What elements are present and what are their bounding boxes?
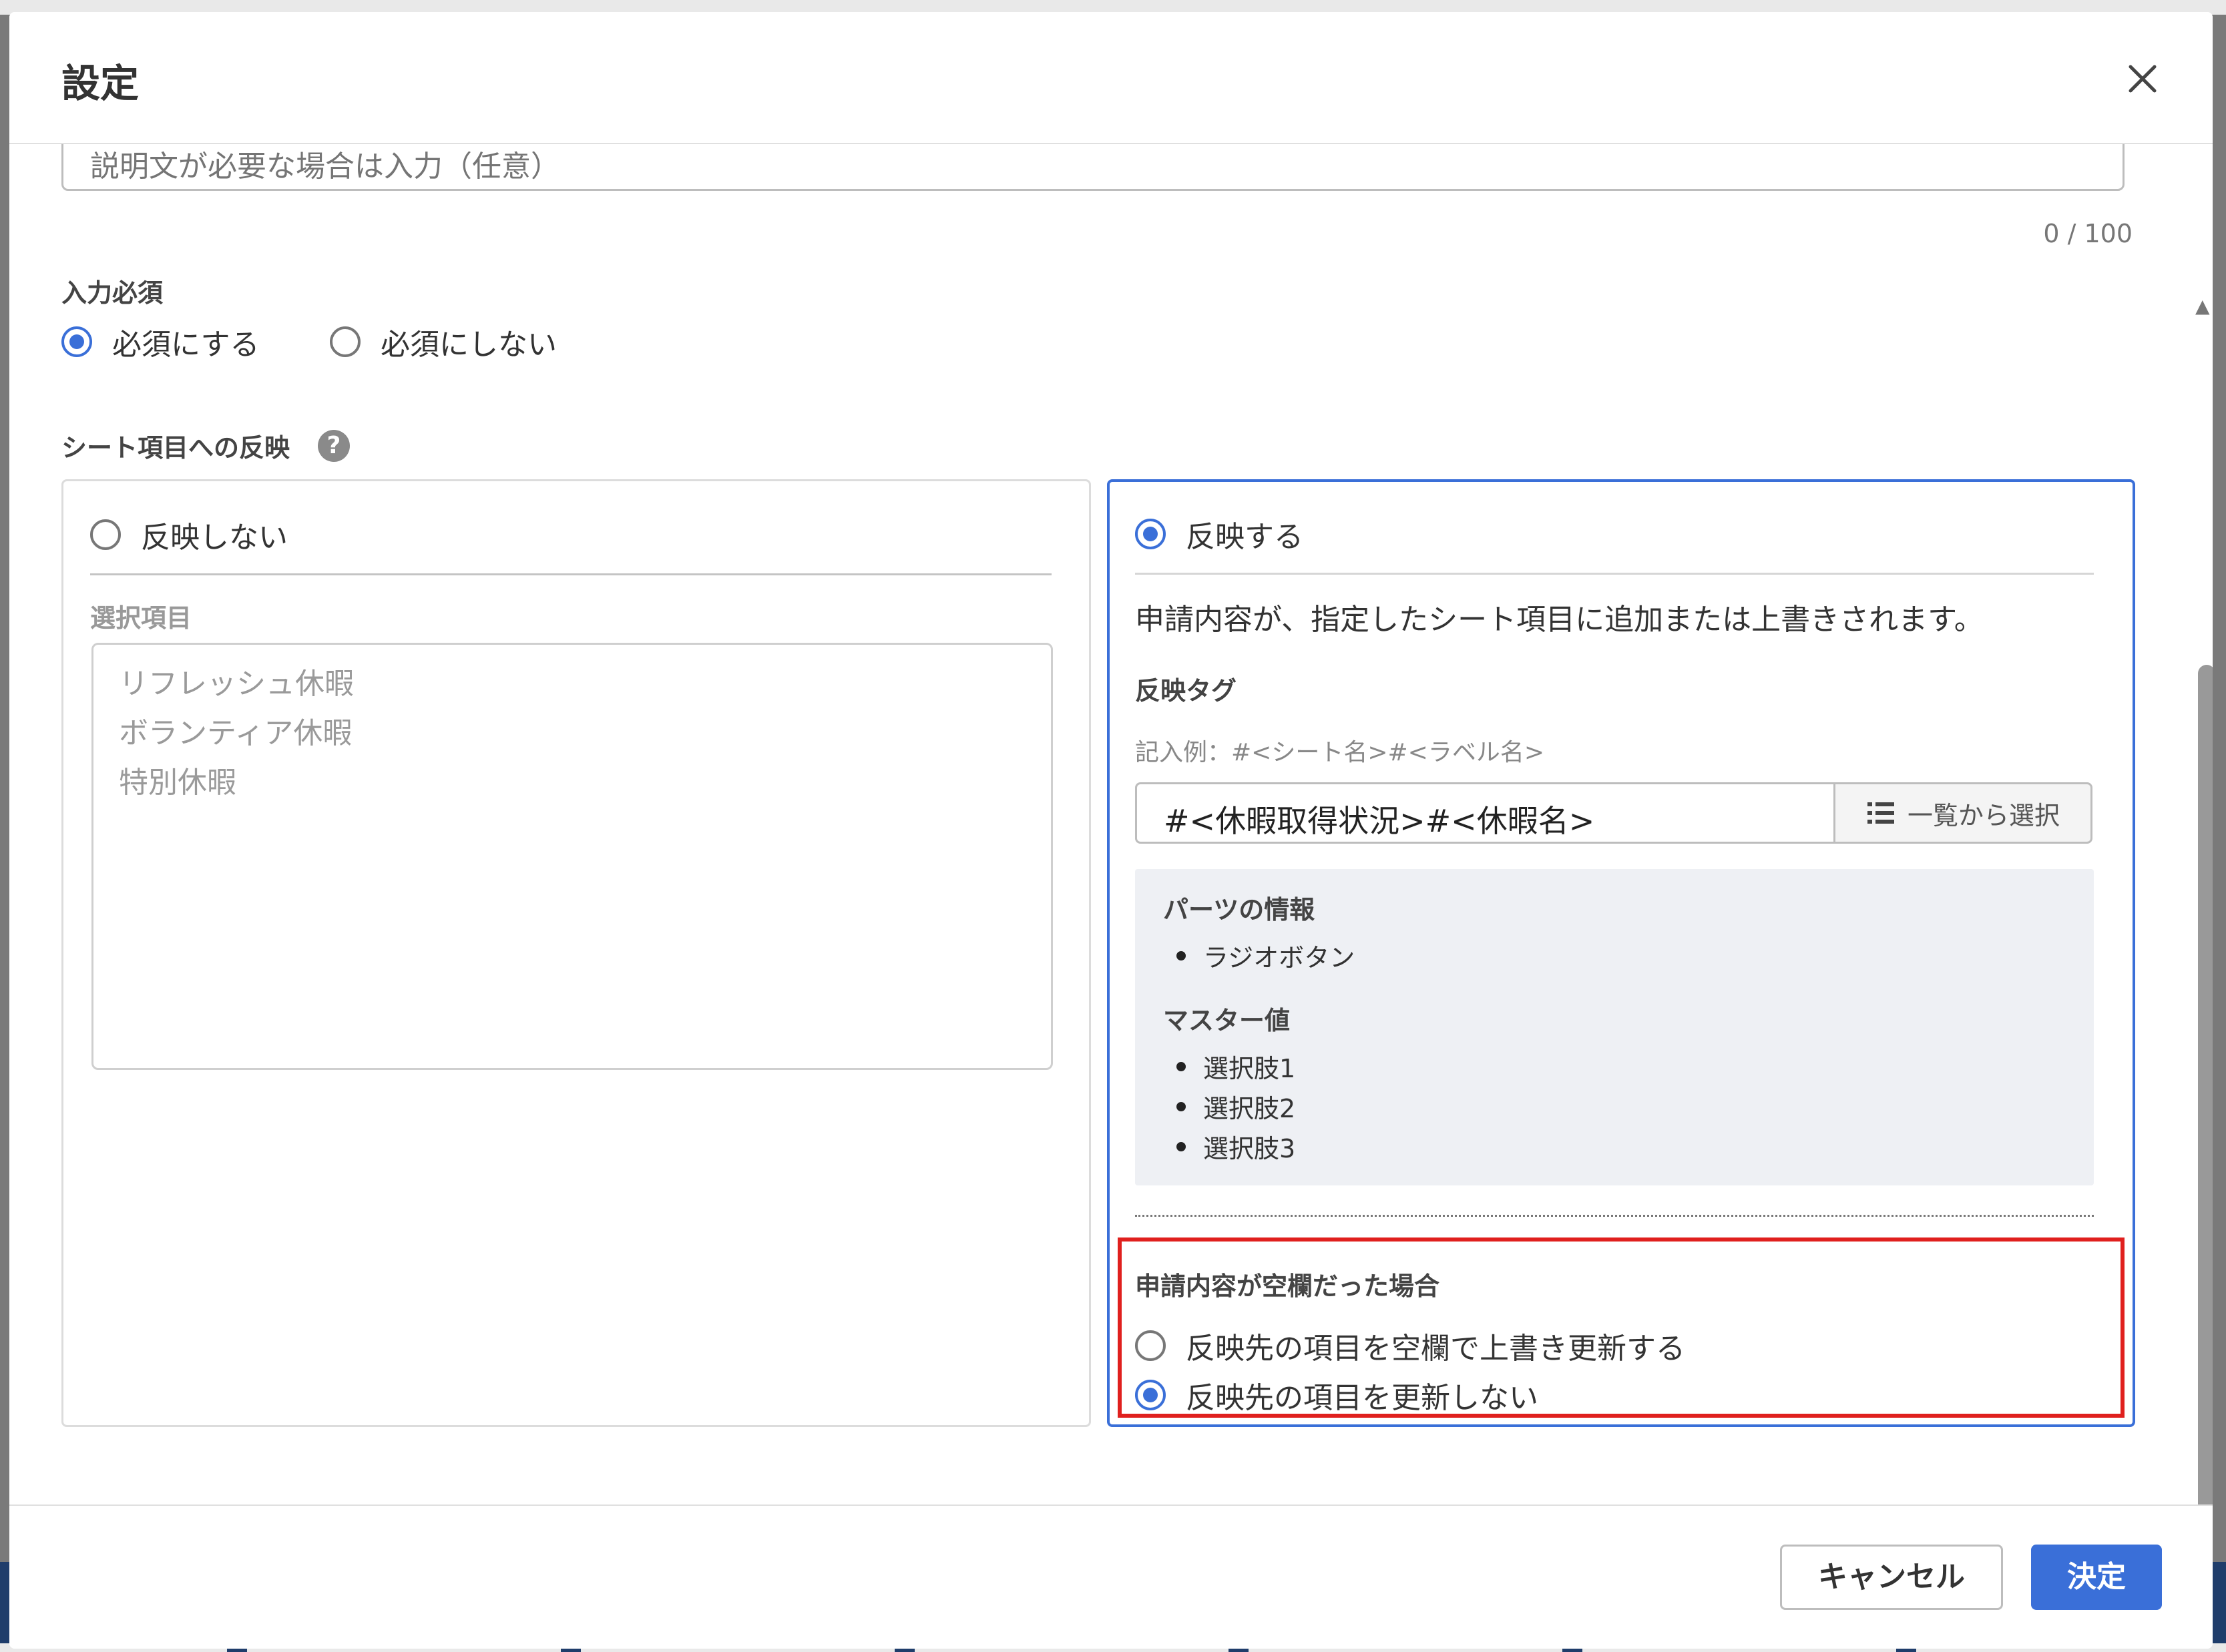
cancel-button[interactable]: キャンセル <box>1780 1545 2003 1610</box>
panel-no-reflect[interactable]: 反映しない 選択項目 リフレッシュ休暇 ボランティア休暇 特別休暇 <box>61 479 1091 1427</box>
reflect-description: 申請内容が、指定したシート項目に追加または上書きされます。 <box>1135 603 1984 637</box>
bullet-text: 選択肢3 <box>1203 1134 1296 1163</box>
dotted-divider <box>1135 1215 2094 1217</box>
description-input[interactable] <box>61 144 2125 191</box>
select-from-list-button[interactable]: 一覧から選択 <box>1833 782 2092 844</box>
radio-reflect[interactable]: 反映する <box>1135 513 1303 555</box>
bullet-text: ラジオボタン <box>1203 943 1355 973</box>
list-item: ボランティア休暇 <box>119 716 353 750</box>
scrollbar-thumb[interactable] <box>2198 665 2213 1510</box>
confirm-button[interactable]: 決定 <box>2031 1545 2162 1610</box>
blank-case-title: 申請内容が空欄だった場合 <box>1135 1272 1440 1301</box>
dialog-footer: キャンセル 決定 <box>9 1504 2213 1649</box>
radio-label: 反映しない <box>141 521 288 555</box>
radio-button[interactable] <box>90 519 121 550</box>
select-button-label: 一覧から選択 <box>1907 800 2060 830</box>
scroll-up-arrow-icon[interactable]: ▲ <box>2195 295 2210 317</box>
radio-button-selected[interactable] <box>1135 1380 1166 1410</box>
parts-info-box: パーツの情報 ラジオボタン マスター値 選択肢1 選択肢2 選択肢3 <box>1135 869 2094 1185</box>
radio-button-selected[interactable] <box>61 326 92 357</box>
radio-label: 必須にする <box>112 328 260 362</box>
list-item: リフレッシュ休暇 <box>119 667 354 701</box>
radio-button-selected[interactable] <box>1135 519 1166 549</box>
divider <box>90 573 1052 575</box>
dialog-title: 設定 <box>61 61 140 106</box>
bullet-icon <box>1176 1101 1186 1111</box>
bullet-icon <box>1176 950 1186 960</box>
reflect-tag-label: 反映タグ <box>1135 676 1237 706</box>
bullet-icon <box>1176 1141 1186 1151</box>
list-icon <box>1867 802 1894 824</box>
divider <box>1135 573 2094 575</box>
bullet-icon <box>1176 1061 1186 1071</box>
radio-label: 反映先の項目を更新しない <box>1186 1381 1538 1415</box>
character-counter: 0 / 100 <box>2043 219 2133 248</box>
list-item: 特別休暇 <box>119 766 236 800</box>
example-text: 記入例：#<シート名>#<ラベル名> <box>1135 739 1544 766</box>
radio-required-on[interactable]: 必須にする <box>61 320 259 363</box>
radio-button[interactable] <box>1135 1330 1166 1361</box>
reflect-tag-input[interactable] <box>1135 782 1833 844</box>
parts-info-item: ラジオボタン <box>1176 937 1355 974</box>
radio-overwrite-blank[interactable]: 反映先の項目を空欄で上書き更新する <box>1135 1324 1685 1367</box>
dialog-header: 設定 <box>9 12 2213 144</box>
settings-dialog: 設定 0 / 100 入力必須 必須にする 必須にしない シート項目への反映 ?… <box>9 12 2213 1649</box>
select-items-label: 選択項目 <box>90 603 192 633</box>
radio-label: 反映する <box>1186 520 1303 554</box>
dialog-body[interactable]: 0 / 100 入力必須 必須にする 必須にしない シート項目への反映 ? 反映… <box>9 144 2213 1510</box>
required-label: 入力必須 <box>61 278 164 308</box>
master-value-item: 選択肢2 <box>1176 1088 1295 1125</box>
radio-label: 反映先の項目を空欄で上書き更新する <box>1186 1332 1685 1366</box>
panel-reflect[interactable]: 反映する 申請内容が、指定したシート項目に追加または上書きされます。 反映タグ … <box>1107 479 2135 1427</box>
master-value-item: 選択肢3 <box>1176 1128 1295 1165</box>
help-icon[interactable]: ? <box>318 430 350 462</box>
radio-button[interactable] <box>330 326 361 357</box>
master-value-item: 選択肢1 <box>1176 1048 1295 1085</box>
select-items-textarea[interactable]: リフレッシュ休暇 ボランティア休暇 特別休暇 <box>91 643 1053 1070</box>
radio-do-not-update[interactable]: 反映先の項目を更新しない <box>1135 1374 1538 1416</box>
master-value-title: マスター値 <box>1163 1006 1291 1035</box>
radio-label: 必須にしない <box>381 328 557 362</box>
close-icon <box>2129 65 2157 93</box>
parts-info-title: パーツの情報 <box>1163 895 1315 924</box>
bullet-text: 選択肢1 <box>1203 1054 1296 1083</box>
reflect-label: シート項目への反映 <box>61 433 290 463</box>
radio-no-reflect[interactable]: 反映しない <box>90 513 288 556</box>
radio-required-off[interactable]: 必須にしない <box>330 320 557 363</box>
close-button[interactable] <box>2116 52 2169 105</box>
bullet-text: 選択肢2 <box>1203 1094 1296 1123</box>
